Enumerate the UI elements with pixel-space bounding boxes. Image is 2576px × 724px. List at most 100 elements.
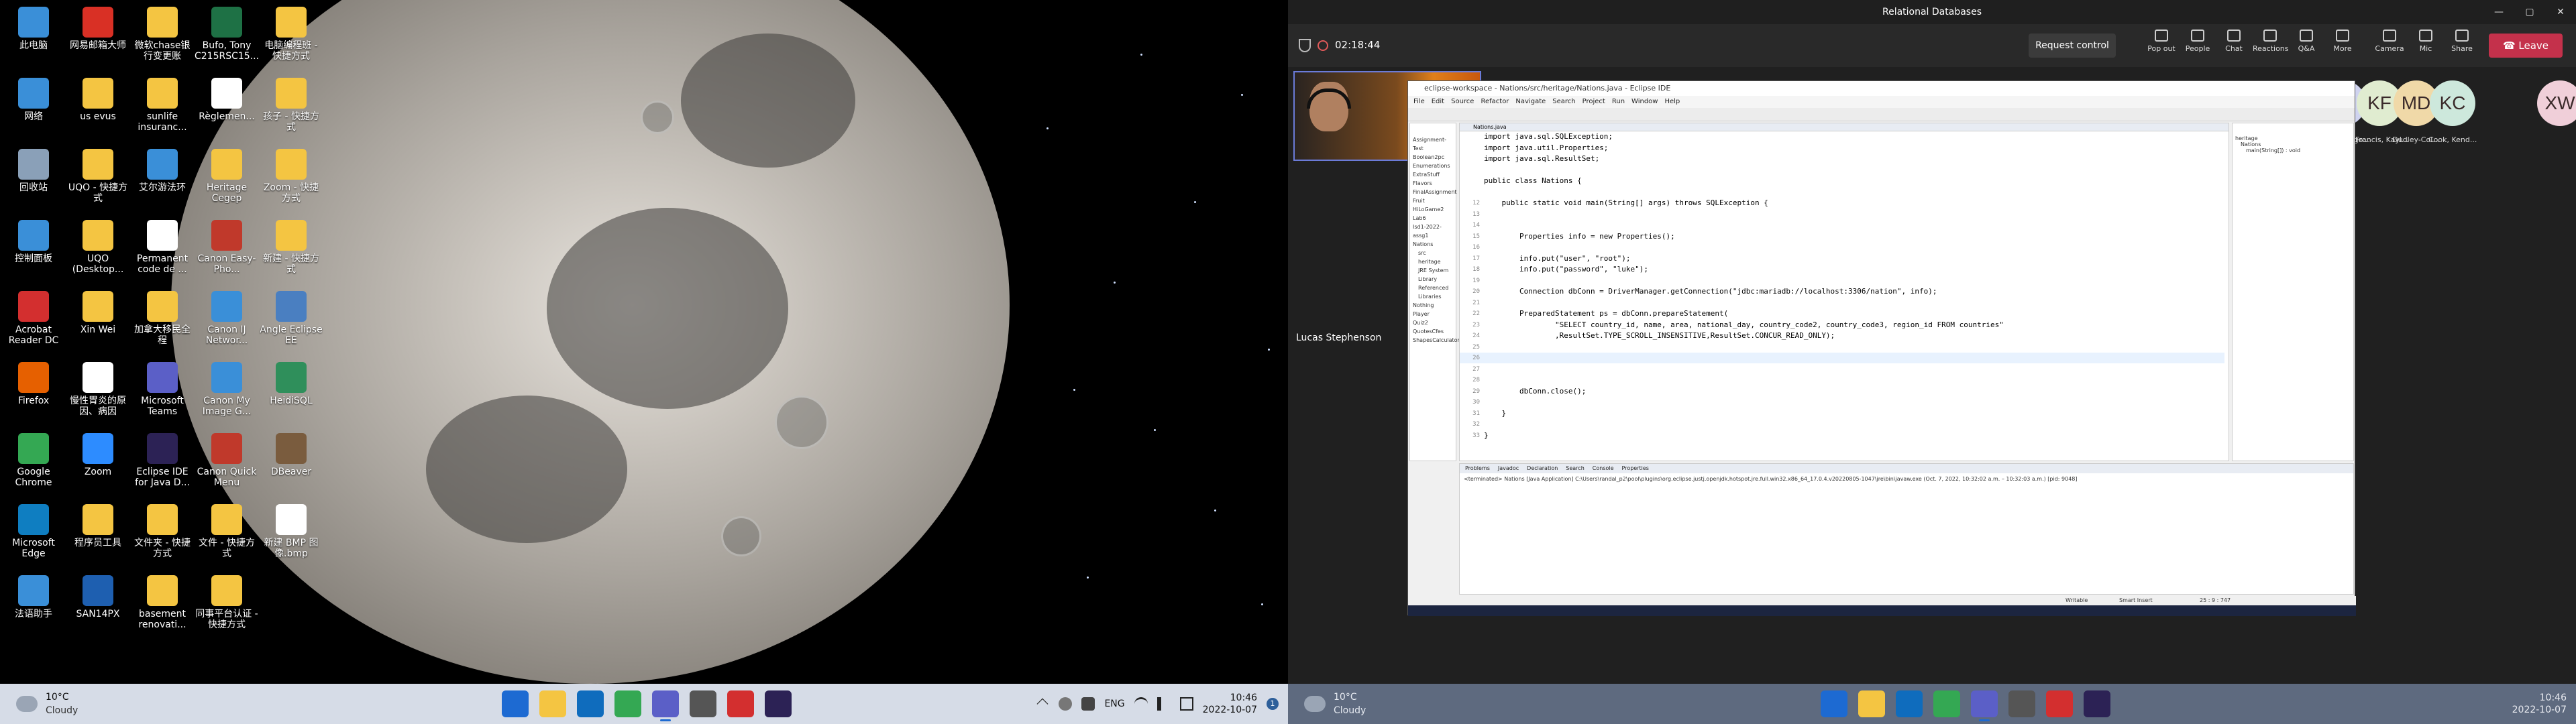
desktop-icon[interactable]: UQO - 快捷方式 xyxy=(66,146,130,216)
chat-app-icon[interactable] xyxy=(690,690,716,717)
desktop-icon[interactable]: 文件夹 - 快捷方式 xyxy=(130,501,195,571)
share-button[interactable]: Share xyxy=(2445,29,2479,53)
participant-kc[interactable]: KC Cook, Kend... xyxy=(2428,80,2477,144)
menu-item[interactable]: Refactor xyxy=(1481,98,1509,105)
project-tree-item[interactable]: HiLoGame2 xyxy=(1413,205,1456,214)
desktop-icon[interactable]: 新建 BMP 图像.bmp xyxy=(259,501,323,571)
weather-widget[interactable]: 10°C Cloudy xyxy=(8,688,115,720)
desktop-icon[interactable]: HeidiSQL xyxy=(259,359,323,429)
reactions-button[interactable]: Reactions xyxy=(2253,29,2289,53)
desktop-icon[interactable]: 艾尔游法环 xyxy=(130,146,195,216)
desktop-icon[interactable]: 此电脑 xyxy=(1,4,66,74)
mic-muted-icon[interactable] xyxy=(1081,697,1095,711)
desktop-icon[interactable]: 控制面板 xyxy=(1,217,66,287)
request-control-button[interactable]: Request control xyxy=(2029,34,2116,58)
more-button[interactable]: More xyxy=(2325,29,2360,53)
code-area[interactable]: import java.sql.SQLException; import java… xyxy=(1460,131,2230,453)
project-tree-item[interactable]: Boolean2pc xyxy=(1413,153,1456,162)
leave-button[interactable]: ☎ Leave xyxy=(2489,34,2563,58)
desktop-icon[interactable]: Canon My Image G... xyxy=(195,359,259,429)
menu-item[interactable]: Run xyxy=(1612,98,1625,105)
eclipse-icon[interactable] xyxy=(2084,690,2110,717)
teams-icon[interactable] xyxy=(1971,690,1998,721)
desktop-icon[interactable]: 加拿大移民全程 xyxy=(130,288,195,358)
project-tree-item[interactable]: Player xyxy=(1413,310,1456,318)
mail-icon[interactable] xyxy=(1896,690,1923,717)
view-tab[interactable]: Problems xyxy=(1465,465,1490,471)
file-explorer-icon[interactable] xyxy=(1858,690,1885,717)
menu-item[interactable]: Navigate xyxy=(1515,98,1546,105)
view-tab[interactable]: Properties xyxy=(1622,465,1649,471)
desktop-icon[interactable]: Canon IJ Networ... xyxy=(195,288,259,358)
project-tree-item[interactable]: Flavors xyxy=(1413,179,1456,188)
menu-item[interactable]: Edit xyxy=(1432,98,1444,105)
chevron-up-icon[interactable] xyxy=(1036,698,1049,710)
volume-icon[interactable] xyxy=(1157,697,1171,711)
desktop-icon[interactable]: UQO (Desktop... xyxy=(66,217,130,287)
file-explorer-icon[interactable] xyxy=(539,690,566,717)
desktop-icon[interactable]: Google Chrome xyxy=(1,430,66,500)
project-tree-item[interactable]: Isd1-2022-assg1 xyxy=(1413,223,1456,240)
desktop-icon[interactable]: 慢性胃炎的原因、病因 xyxy=(66,359,130,429)
desktop-icon[interactable]: 电脑编程班 - 快捷方式 xyxy=(259,4,323,74)
eclipse-icon[interactable] xyxy=(765,690,792,717)
desktop-icon[interactable]: Microsoft Edge xyxy=(1,501,66,571)
project-tree-item[interactable]: ExtraStuff xyxy=(1413,170,1456,179)
desktop-icon[interactable]: Acrobat Reader DC xyxy=(1,288,66,358)
project-tree-item[interactable]: JRE System Library xyxy=(1413,266,1456,284)
project-tree-item[interactable]: Referenced Libraries xyxy=(1413,284,1456,301)
project-tree-item[interactable]: Enumerations xyxy=(1413,162,1456,170)
menu-item[interactable]: Source xyxy=(1451,98,1474,105)
view-tab[interactable]: Search xyxy=(1566,465,1584,471)
mic-button[interactable]: Mic xyxy=(2408,29,2443,53)
camera-button[interactable]: Camera xyxy=(2372,29,2407,53)
desktop-icon[interactable]: Règlemen... xyxy=(195,75,259,145)
teams-icon[interactable] xyxy=(652,690,679,721)
desktop-icon[interactable]: Bufo, Tony C215RSC15... xyxy=(195,4,259,74)
weather-widget[interactable]: 10°C Cloudy xyxy=(1296,688,1403,720)
desktop-icon[interactable]: 文件 - 快捷方式 xyxy=(195,501,259,571)
desktop-icon[interactable]: 孩子 - 快捷方式 xyxy=(259,75,323,145)
chat-button[interactable]: Chat xyxy=(2216,29,2251,53)
menu-item[interactable]: Window xyxy=(1631,98,1658,105)
desktop-icon[interactable]: us evus xyxy=(66,75,130,145)
view-tab[interactable]: Javadoc xyxy=(1498,465,1519,471)
desktop-icon[interactable]: Firefox xyxy=(1,359,66,429)
clock[interactable]: 10:46 2022-10-07 xyxy=(2512,692,2567,716)
desktop-icon[interactable]: 网络 xyxy=(1,75,66,145)
project-tree-item[interactable]: FinalAssignment xyxy=(1413,188,1457,196)
desktop-icon[interactable]: Xin Wei xyxy=(66,288,130,358)
desktop-icon[interactable]: 网易邮箱大师 xyxy=(66,4,130,74)
desktop-icon[interactable]: Heritage Cegep xyxy=(195,146,259,216)
desktop-icon[interactable]: Microsoft Teams xyxy=(130,359,195,429)
desktop-icon[interactable]: 法语助手 xyxy=(1,572,66,642)
close-icon[interactable]: ✕ xyxy=(2545,0,2576,24)
desktop-icon[interactable]: 程序员工具 xyxy=(66,501,130,571)
notification-badge[interactable]: 1 xyxy=(1267,698,1279,710)
battery-icon[interactable] xyxy=(1179,697,1193,711)
chrome-icon[interactable] xyxy=(1933,690,1960,717)
desktop-icon[interactable]: 回收站 xyxy=(1,146,66,216)
desktop-icon[interactable]: Canon Easy-Pho... xyxy=(195,217,259,287)
desktop-icon[interactable]: Zoom xyxy=(66,430,130,500)
project-tree-item[interactable]: Nothing xyxy=(1413,301,1456,310)
desktop-icon[interactable]: 新建 - 快捷方式 xyxy=(259,217,323,287)
desktop-icon[interactable]: sunlife insuranc... xyxy=(130,75,195,145)
outline-item[interactable]: Nations xyxy=(2235,141,2351,147)
windows-start-icon[interactable] xyxy=(1821,690,1847,717)
acrobat-icon[interactable] xyxy=(2046,690,2073,717)
project-tree-item[interactable]: Fruit xyxy=(1413,196,1456,205)
desktop-icon[interactable]: Eclipse IDE for Java D... xyxy=(130,430,195,500)
acrobat-icon[interactable] xyxy=(727,690,754,717)
wifi-icon[interactable] xyxy=(1134,697,1148,711)
language-indicator[interactable]: ENG xyxy=(1104,699,1124,709)
windows-start-icon[interactable] xyxy=(502,690,529,717)
desktop-icon[interactable]: basement renovati... xyxy=(130,572,195,642)
q-a-button[interactable]: Q&A xyxy=(2289,29,2324,53)
project-tree-item[interactable]: heritage xyxy=(1413,257,1456,266)
pop-out-button[interactable]: Pop out xyxy=(2144,29,2179,53)
project-tree-item[interactable]: Lab6 xyxy=(1413,214,1456,223)
menu-item[interactable]: File xyxy=(1413,98,1425,105)
desktop-icon[interactable]: Permanent code de ... xyxy=(130,217,195,287)
view-tab[interactable]: Console xyxy=(1593,465,1614,471)
